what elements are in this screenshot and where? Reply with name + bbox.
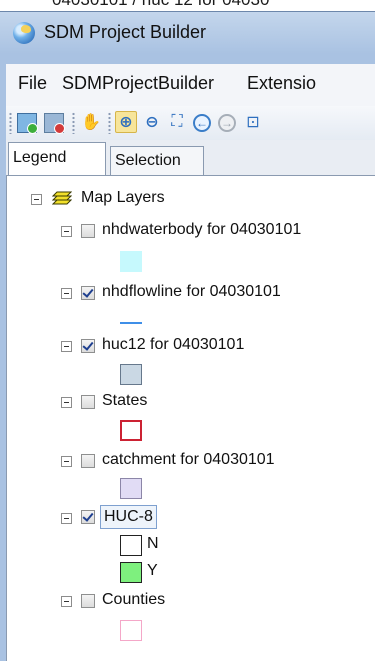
title-bar[interactable]: SDM Project Builder <box>0 11 375 54</box>
layer-visibility-checkbox-nhdwaterbody[interactable] <box>81 224 95 238</box>
layer-visibility-checkbox-huc12[interactable] <box>81 339 95 353</box>
tab-selection-label: Selection <box>115 152 181 169</box>
window-title: SDM Project Builder <box>44 22 207 42</box>
remove-layer-icon[interactable] <box>44 113 65 134</box>
toolbar-grip[interactable] <box>9 112 12 134</box>
tab-legend[interactable]: Legend <box>8 142 106 175</box>
legend-swatch-states <box>120 420 142 441</box>
category-label-n: N <box>147 535 159 552</box>
collapse-layer-icon[interactable] <box>61 226 72 237</box>
collapse-layer-icon[interactable] <box>61 513 72 524</box>
legend-swatch-counties <box>120 620 142 641</box>
map-layers-label: Map Layers <box>81 189 165 206</box>
tab-legend-label: Legend <box>13 149 67 166</box>
layer-label-catchment[interactable]: catchment for 04030101 <box>102 451 275 469</box>
layer-visibility-checkbox-huc8[interactable] <box>81 510 95 524</box>
toolbar-grip[interactable] <box>108 112 111 134</box>
layer-label-huc12[interactable]: huc12 for 04030101 <box>102 336 244 354</box>
layer-label-nhdwaterbody[interactable]: nhdwaterbody for 04030101 <box>102 221 301 239</box>
layer-label-counties[interactable]: Counties <box>102 591 165 609</box>
menu-sdmprojectbuilder[interactable]: SDMProjectBuilder <box>62 73 214 94</box>
zoom-out-icon[interactable]: ⊖ <box>141 111 163 133</box>
back-arrow-icon[interactable]: ← <box>193 114 211 132</box>
menu-bar: File SDMProjectBuilder Extensio <box>6 64 375 106</box>
layer-label-huc8[interactable]: HUC-8 <box>100 505 157 529</box>
add-layer-icon[interactable] <box>17 113 38 134</box>
map-layers-icon <box>52 191 72 205</box>
legend-swatch-huc8-y <box>120 562 142 583</box>
layer-visibility-checkbox-states[interactable] <box>81 395 95 409</box>
toolbar-grip[interactable] <box>72 112 75 134</box>
menu-extensions[interactable]: Extensio <box>247 73 316 94</box>
pan-hand-icon[interactable]: ✋ <box>80 111 102 133</box>
layer-label-nhdflowline[interactable]: nhdflowline for 04030101 <box>102 283 281 301</box>
legend-swatch-huc8-n <box>120 535 142 556</box>
collapse-layer-icon[interactable] <box>61 456 72 467</box>
cut-off-previous-title: 04030101 / huc 12 for 04030 <box>0 0 375 11</box>
zoom-in-icon[interactable]: ⊕ <box>115 111 137 133</box>
collapse-layer-icon[interactable] <box>61 397 72 408</box>
zoom-extent-icon[interactable]: ⛶ <box>166 111 188 133</box>
layer-label-states[interactable]: States <box>102 392 147 410</box>
legend-swatch-nhdwaterbody <box>120 251 142 272</box>
tab-selection[interactable]: Selection <box>110 146 204 175</box>
legend-swatch-catchment <box>120 478 142 499</box>
collapse-map-layers-icon[interactable] <box>31 194 42 205</box>
category-label-y: Y <box>147 562 158 579</box>
app-window: File SDMProjectBuilder Extensio ✋ ⊕ ⊖ ⛶ … <box>0 54 375 661</box>
layer-visibility-checkbox-counties[interactable] <box>81 594 95 608</box>
legend-swatch-huc12 <box>120 364 142 385</box>
collapse-layer-icon[interactable] <box>61 341 72 352</box>
tab-strip: Legend Selection <box>6 140 375 175</box>
globe-app-icon <box>13 22 35 44</box>
layer-visibility-checkbox-catchment[interactable] <box>81 454 95 468</box>
collapse-layer-icon[interactable] <box>61 596 72 607</box>
legend-panel: Map Layers nhdwaterbody for 04030101 nhd… <box>6 175 375 661</box>
collapse-layer-icon[interactable] <box>61 288 72 299</box>
toolbar: ✋ ⊕ ⊖ ⛶ ← → ⊡ <box>6 106 375 140</box>
zoom-layer-icon[interactable]: ⊡ <box>242 111 264 133</box>
cut-off-text: 04030101 / huc 12 for 04030 <box>52 0 269 10</box>
forward-arrow-icon[interactable]: → <box>218 114 236 132</box>
layer-visibility-checkbox-nhdflowline[interactable] <box>81 286 95 300</box>
legend-line-nhdflowline <box>120 322 142 324</box>
menu-file[interactable]: File <box>18 73 47 94</box>
